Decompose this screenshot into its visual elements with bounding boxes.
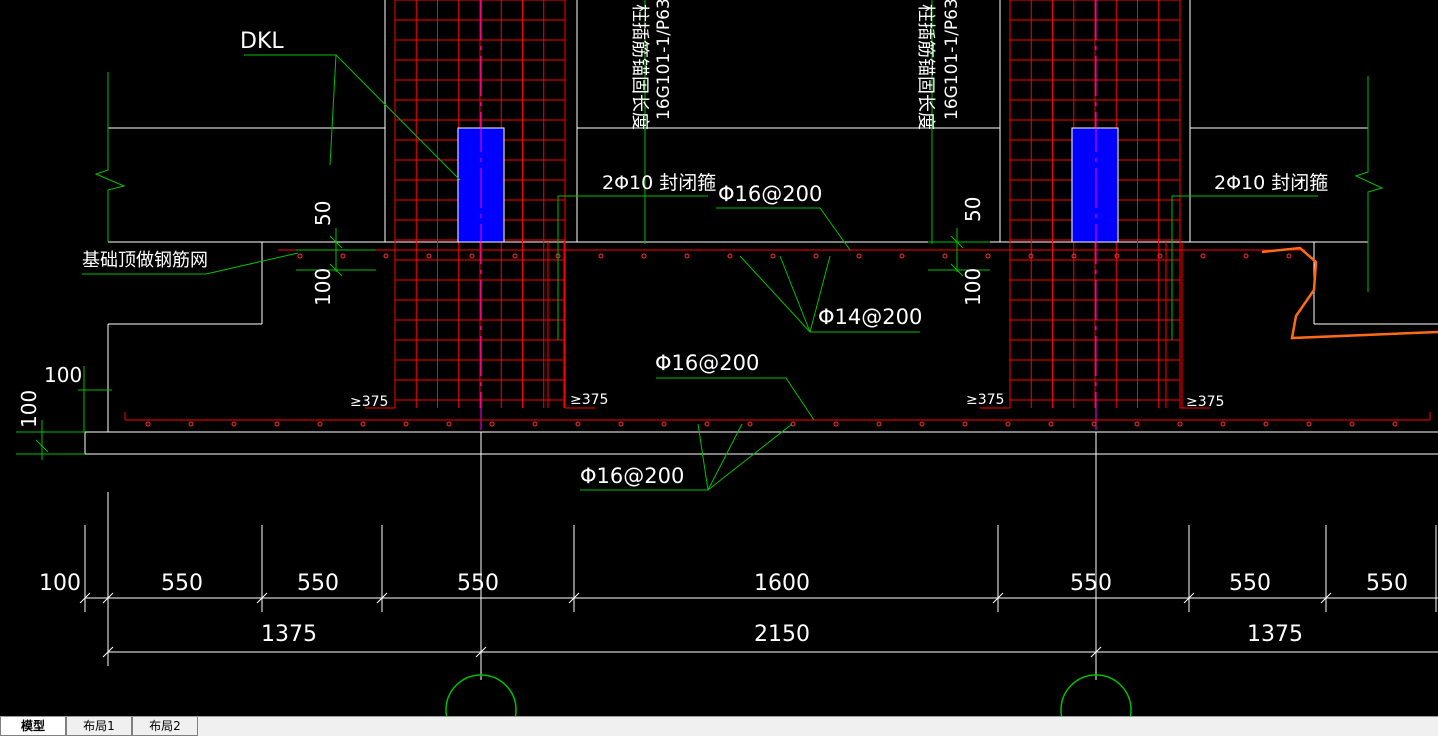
label-ge375-2: ≥375 [570, 392, 608, 408]
label-top-mesh: 基础顶做钢筋网 [82, 250, 208, 271]
rebar-section-dot [876, 421, 882, 427]
dim-row2-text: 1375 [1247, 622, 1303, 647]
rebar-section-dot [747, 421, 753, 427]
rebar-section-dot [856, 253, 862, 259]
dim-row2-text: 2150 [754, 622, 810, 647]
label-dim-50-right: 50 [961, 197, 985, 222]
rebar-section-dot [317, 421, 323, 427]
dim-row1-text: 550 [297, 571, 339, 596]
rebar-section-dot [188, 421, 194, 427]
rebar-section-dot [1200, 253, 1206, 259]
rebar-section-dot [145, 421, 151, 427]
dim-row1-text: 1600 [754, 571, 810, 596]
rebar-section-dot [641, 253, 647, 259]
rebar-section-dot [661, 421, 667, 427]
rebar-section-dot [575, 421, 581, 427]
dim-row2-text: 1375 [261, 622, 317, 647]
label-top-bar: Φ16@200 [718, 182, 822, 206]
leader-lines [16, 0, 1384, 491]
dim-row1-text: 550 [1070, 571, 1112, 596]
label-ge375-4: ≥375 [1186, 394, 1224, 410]
rebar-section-dot [532, 421, 538, 427]
label-ref-right: 16G101-1/P63 [942, 0, 962, 120]
rebar-section-dot [598, 253, 604, 259]
rebar-section-dot [1220, 421, 1226, 427]
cad-drawing-canvas[interactable]: DKL 基础顶做钢筋网 2Φ10 封闭箍 2Φ10 封闭箍 Φ16@200 Φ1… [0, 0, 1438, 716]
tab-layout1[interactable]: 布局1 [66, 717, 132, 736]
rebar-section-dot [942, 253, 948, 259]
rebar-section-dot [1306, 421, 1312, 427]
rebar-section-dot [1177, 421, 1183, 427]
rebar-section-dot [403, 421, 409, 427]
rebar-section-dot [297, 253, 303, 259]
label-dim-100-right: 100 [961, 268, 985, 306]
rebar-section-dot [360, 421, 366, 427]
rebar-section-dot [1114, 253, 1120, 259]
rebar-section-dot [1392, 421, 1398, 427]
dimension-row-2: 1375 2150 1375 [261, 622, 1303, 647]
rebar-section-dot [446, 421, 452, 427]
rebar-section-dot [962, 421, 968, 427]
dimension-row-1: 100 550 550 550 1600 550 550 550 [39, 571, 1408, 596]
rebar-section-dot [231, 421, 237, 427]
label-closed-stirrup-left: 2Φ10 封闭箍 [602, 172, 716, 194]
label-bottom-bar-lower: Φ16@200 [580, 464, 684, 488]
rebar-section-dot [489, 421, 495, 427]
label-dim-100-edge-h: 100 [44, 363, 82, 387]
label-dim-100-edge-v: 100 [17, 390, 41, 428]
rebar-section-dot [899, 253, 905, 259]
rebar-section-dot [985, 253, 991, 259]
label-anchor-left: 柱插筋锚固长度 [629, 4, 650, 130]
dim-row1-text: 100 [39, 571, 81, 596]
rebar-section-dot [704, 421, 710, 427]
rebar-section-dot [1243, 253, 1249, 259]
label-closed-stirrup-right: 2Φ10 封闭箍 [1214, 172, 1328, 194]
label-mid-bar: Φ14@200 [818, 305, 922, 329]
tab-model[interactable]: 模型 [0, 717, 66, 736]
axis-bubbles [445, 674, 1132, 716]
rebar-section-dot [1048, 421, 1054, 427]
rebar-section-dot [1091, 421, 1097, 427]
dim-row1-text: 550 [161, 571, 203, 596]
rebar-section-dot [1005, 421, 1011, 427]
rebar-section-dot [1349, 421, 1355, 427]
rebar-section-dot [684, 253, 690, 259]
label-ref-left: 16G101-1/P63 [654, 0, 674, 120]
rebar-section-dot [512, 253, 518, 259]
rebar-section-dot [919, 421, 925, 427]
rebar-section-dot [274, 421, 280, 427]
label-anchor-right: 柱插筋锚固长度 [915, 4, 936, 130]
dim-row1-text: 550 [457, 571, 499, 596]
rebar-section-dot [618, 421, 624, 427]
axis-lines [480, 0, 1097, 430]
tab-layout2[interactable]: 布局2 [132, 717, 198, 736]
column-right [1071, 127, 1119, 243]
rebar-section-dot [833, 421, 839, 427]
rebar-section-dot [727, 253, 733, 259]
rebar-section-dot [340, 253, 346, 259]
rebar-section-dot [770, 253, 776, 259]
label-dkl: DKL [240, 29, 284, 54]
rebar-section-dot [1286, 253, 1292, 259]
dim-row1-text: 550 [1229, 571, 1271, 596]
rebar-section-dot [813, 253, 819, 259]
rebar-section-dot [1263, 421, 1269, 427]
rebar-section-dot [383, 253, 389, 259]
rebar-section-dot [469, 253, 475, 259]
rebar-section-dot [1134, 421, 1140, 427]
rebar-section-dot [426, 253, 432, 259]
label-dim-50-left: 50 [311, 201, 335, 226]
dim-row1-text: 550 [1366, 571, 1408, 596]
label-bottom-bar-upper: Φ16@200 [655, 351, 759, 375]
label-ge375-1: ≥375 [350, 394, 388, 410]
label-ge375-3: ≥375 [966, 392, 1004, 408]
layout-tab-bar: 模型 布局1 布局2 [0, 716, 1438, 736]
label-dim-100-left: 100 [311, 268, 335, 306]
